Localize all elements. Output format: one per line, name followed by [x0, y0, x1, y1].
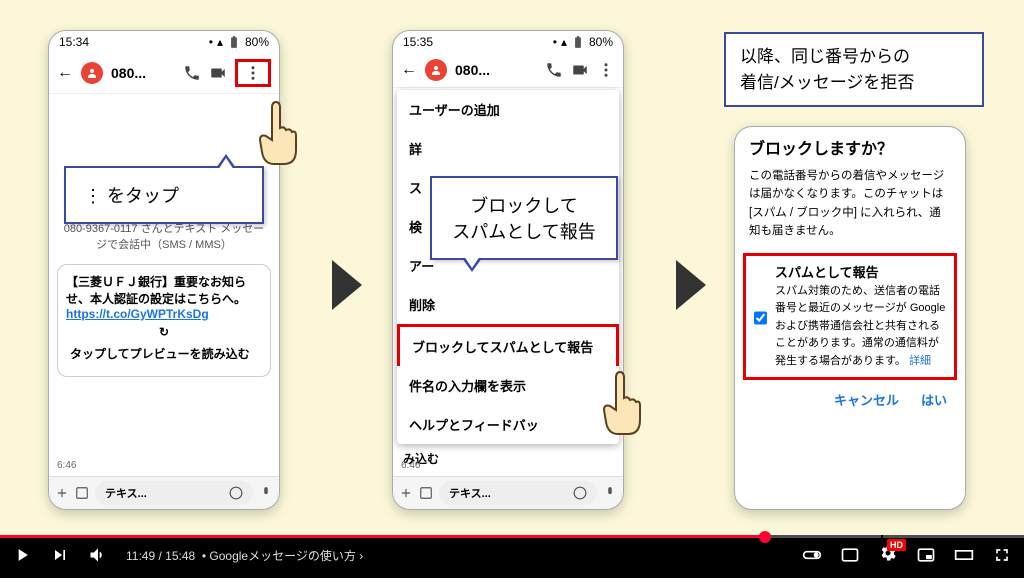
arrow-right-icon — [332, 260, 362, 310]
arrow-right-icon — [676, 260, 706, 310]
video-icon[interactable] — [209, 64, 227, 82]
phone-mockup-2: 15:35 •▴ 80% ← 080... ユーザーの追加 詳 ス 検 アー 削… — [392, 30, 624, 510]
mic-icon[interactable] — [603, 486, 617, 500]
annotation-block-future: 以降、同じ番号からの 着信/メッセージを拒否 — [724, 32, 984, 107]
menu-add-user[interactable]: ユーザーの追加 — [397, 90, 619, 129]
hand-pointer-icon — [252, 100, 302, 170]
callout-block-spam: ブロックして スパムとして報告 — [430, 176, 618, 260]
avatar[interactable] — [81, 62, 103, 84]
menu-delete[interactable]: 削除 — [397, 285, 619, 324]
play-icon[interactable] — [12, 545, 32, 565]
phone-mockup-3: ブロックしますか？ この電話番号からの着信やメッセージは届かなくなります。このチ… — [734, 126, 966, 510]
message-header: ← 080... — [49, 53, 279, 94]
dialog-title: ブロックしますか？ — [735, 127, 965, 167]
emoji-icon[interactable] — [573, 486, 587, 500]
progress-bar[interactable] — [0, 535, 1024, 538]
video-content: 15:34 • ▴ 80% ← 080... 080-9367-0117 さんと… — [0, 0, 1024, 535]
progress-handle[interactable] — [759, 531, 771, 543]
menu-details[interactable]: 詳 — [397, 129, 619, 168]
plus-icon[interactable] — [399, 486, 413, 500]
message-text: 【三菱ＵＦＪ銀行】重要なお知らせ、本人認証の設定はこちらへ。 — [66, 273, 262, 307]
report-spam-box: スパムとして報告 スパム対策のため、送信者の電話番号と最近のメッセージが Goo… — [743, 253, 957, 380]
menu-subject[interactable]: 件名の入力欄を表示 — [397, 366, 619, 405]
miniplayer-icon[interactable] — [916, 545, 936, 565]
status-time: 15:35 — [403, 35, 433, 49]
more-menu-highlighted[interactable] — [235, 59, 271, 87]
signal-icon: • — [209, 35, 213, 49]
progress-fill — [0, 535, 765, 538]
callout-text: ⋮ をタップ — [84, 186, 179, 206]
settings-button[interactable]: HD — [878, 543, 898, 568]
phone-mockup-1: 15:34 • ▴ 80% ← 080... 080-9367-0117 さんと… — [48, 30, 280, 510]
dialog-body: この電話番号からの着信やメッセージは届かなくなります。このチャットは [スパム … — [735, 167, 965, 249]
plus-icon[interactable] — [55, 486, 69, 500]
report-title: スパムとして報告 — [775, 262, 946, 281]
time-display: 11:49 / 15:48 • Googleメッセージの使い方 › — [126, 547, 363, 564]
input-bar: テキス... — [49, 476, 279, 509]
hand-pointer-icon — [596, 370, 646, 440]
status-right: • ▴ 80% — [209, 35, 269, 49]
more-vert-icon[interactable] — [597, 61, 615, 79]
input-bar: テキス... — [393, 476, 623, 509]
status-bar: 15:34 • ▴ 80% — [49, 31, 279, 53]
preview-prompt[interactable]: タップしてプレビューを読み込む — [66, 339, 262, 368]
input-placeholder: テキス... — [105, 485, 147, 501]
detail-link[interactable]: 詳細 — [909, 355, 931, 367]
mic-icon[interactable] — [259, 486, 273, 500]
back-icon[interactable]: ← — [57, 64, 73, 82]
gallery-icon[interactable] — [419, 486, 433, 500]
status-bar: 15:35 •▴ 80% — [393, 31, 623, 53]
preview-tail: み込む — [393, 446, 623, 471]
battery-text: 80% — [245, 35, 269, 49]
menu-block-spam[interactable]: ブロックしてスパムとして報告 — [397, 324, 619, 366]
timestamp: 6:46 — [57, 460, 76, 471]
cancel-button[interactable]: キャンセル — [834, 390, 899, 409]
avatar[interactable] — [425, 59, 447, 81]
callout-tap-menu: ⋮ をタップ — [64, 166, 264, 224]
gallery-icon[interactable] — [75, 486, 89, 500]
text-input[interactable]: テキス... — [95, 481, 253, 505]
menu-help[interactable]: ヘルプとフィードバッ — [397, 405, 619, 444]
autoplay-toggle[interactable] — [802, 545, 822, 565]
video-icon[interactable] — [571, 61, 589, 79]
status-time: 15:34 — [59, 35, 89, 49]
status-right: •▴ 80% — [553, 35, 613, 49]
video-controls: 11:49 / 15:48 • Googleメッセージの使い方 › HD — [0, 535, 1024, 578]
battery-icon — [571, 35, 585, 49]
text-input[interactable]: テキス... — [439, 481, 597, 505]
back-icon[interactable]: ← — [401, 61, 417, 79]
dialog-buttons: キャンセル はい — [735, 384, 965, 419]
hd-badge: HD — [887, 539, 906, 551]
message-header: ← 080... — [393, 53, 623, 88]
message-link[interactable]: https://t.co/GyWPTrKsDg — [66, 307, 209, 321]
captions-icon[interactable] — [840, 545, 860, 565]
ok-button[interactable]: はい — [921, 390, 947, 409]
wifi-icon: ▴ — [217, 35, 223, 49]
phone-icon[interactable] — [183, 64, 201, 82]
message-bubble: 【三菱ＵＦＪ銀行】重要なお知らせ、本人認証の設定はこちらへ。 https://t… — [57, 264, 271, 377]
emoji-icon[interactable] — [229, 486, 243, 500]
dropdown-menu: ユーザーの追加 詳 ス 検 アー 削除 ブロックしてスパムとして報告 件名の入力… — [397, 90, 619, 444]
contact-name[interactable]: 080... — [455, 62, 537, 78]
more-vert-icon[interactable] — [244, 64, 262, 82]
volume-icon[interactable] — [88, 545, 108, 565]
next-icon[interactable] — [50, 545, 70, 565]
timestamp: 6:46 — [401, 460, 420, 471]
report-description: スパム対策のため、送信者の電話番号と最近のメッセージが Google および携帯… — [775, 283, 946, 371]
phone-icon[interactable] — [545, 61, 563, 79]
fullscreen-icon[interactable] — [992, 545, 1012, 565]
report-checkbox[interactable] — [754, 265, 767, 371]
theater-icon[interactable] — [954, 545, 974, 565]
battery-icon — [227, 35, 241, 49]
contact-name[interactable]: 080... — [111, 65, 175, 81]
